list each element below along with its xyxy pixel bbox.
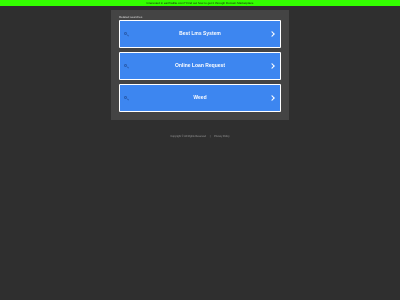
- related-searches-heading: Related searches: [119, 15, 143, 19]
- footer-separator: |: [209, 135, 211, 138]
- search-result-label: Online Loan Request: [174, 63, 225, 69]
- page-footer: Copyright © All Rights Reserved | Privac…: [0, 135, 400, 138]
- related-searches-panel: Related searches Best Lms System Online …: [111, 10, 289, 120]
- privacy-policy-link[interactable]: Privacy Policy: [214, 135, 230, 138]
- search-result-weed[interactable]: Weed: [119, 84, 281, 112]
- search-result-best-lms-system[interactable]: Best Lms System: [119, 20, 281, 48]
- copyright-text: Copyright © All Rights Reserved: [170, 135, 207, 138]
- domain-sale-banner[interactable]: Interested in earthwillie.com? Find out …: [0, 0, 400, 6]
- search-result-label: Weed: [193, 95, 207, 101]
- search-result-online-loan-request[interactable]: Online Loan Request: [119, 52, 281, 80]
- search-result-label: Best Lms System: [179, 31, 221, 37]
